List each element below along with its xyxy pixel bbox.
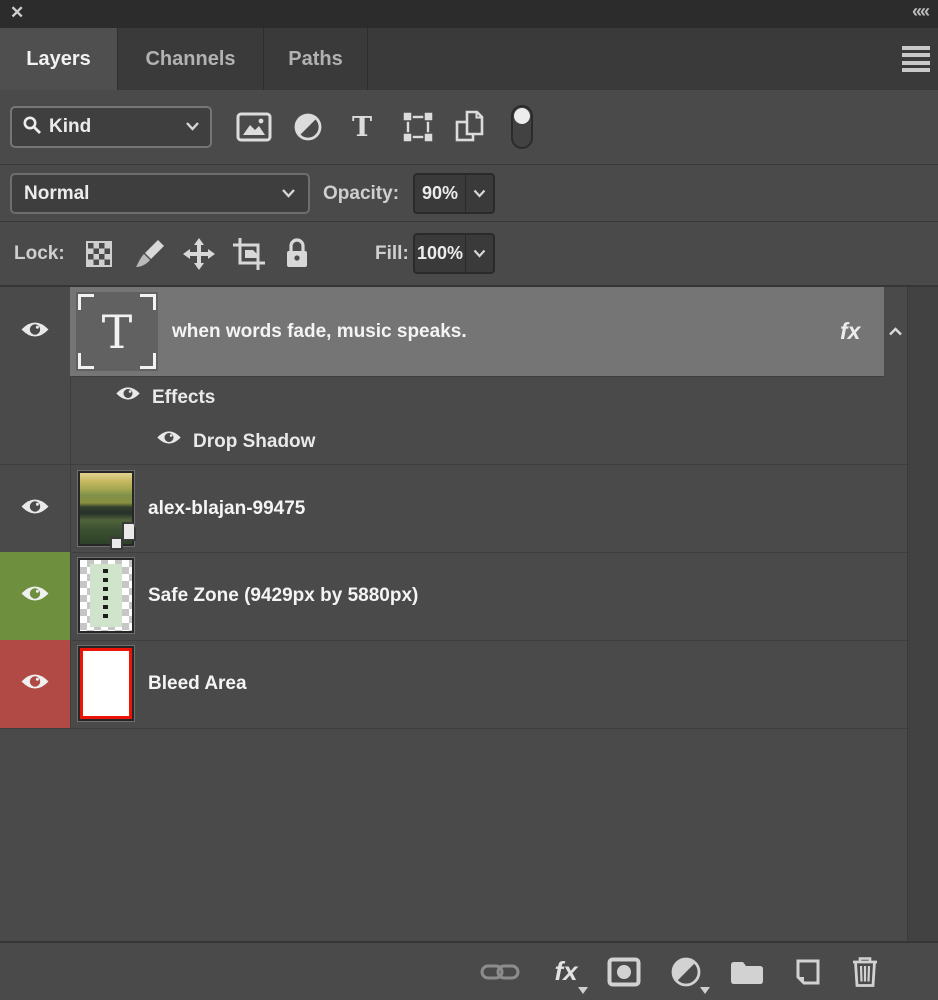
safe-zone-thumbnail[interactable] (78, 558, 134, 633)
collapse-to-icons-icon[interactable]: «« (912, 1, 928, 22)
opacity-dropdown-icon[interactable] (466, 175, 493, 212)
add-layer-mask-icon[interactable] (604, 943, 644, 1000)
lock-bar: Lock: Fill: 100% (0, 222, 938, 285)
smart-object-badge-icon (110, 522, 136, 550)
blend-bar: Normal Opacity: 90% (0, 165, 938, 222)
drop-shadow-row[interactable]: Drop Shadow (0, 420, 907, 464)
filter-shape-layers-icon[interactable] (396, 90, 440, 164)
layers-panel: ✕ «« Layers Channels Paths Kind T (0, 0, 938, 1000)
fill-field[interactable]: 100% (413, 233, 495, 274)
layer-name[interactable]: when words fade, music speaks. (172, 287, 467, 376)
lock-image-pixels-brush-icon[interactable] (132, 222, 168, 285)
filter-type-layers-icon[interactable]: T (342, 90, 382, 164)
layer-row-bleed-area[interactable]: Bleed Area (0, 640, 907, 728)
eye-icon (20, 320, 50, 344)
chevron-down-icon (185, 118, 200, 136)
eye-icon (20, 584, 50, 608)
eye-icon (20, 672, 50, 696)
visibility-toggle-green-label[interactable] (0, 552, 70, 640)
chevron-down-icon (281, 185, 296, 203)
layers-footer-toolbar: fx (0, 943, 938, 1000)
filter-toggle-icon[interactable] (504, 90, 540, 164)
adjustment-menu-arrow-icon (700, 987, 710, 994)
layer-fx-badge[interactable]: fx (840, 287, 860, 376)
layer-row-text[interactable]: T when words fade, music speaks. fx (0, 287, 907, 376)
effects-row[interactable]: Effects (0, 376, 907, 420)
layer-name[interactable]: Bleed Area (148, 640, 247, 728)
fill-label: Fill: (375, 222, 409, 285)
link-layers-icon[interactable] (478, 943, 522, 1000)
tab-channels[interactable]: Channels (118, 28, 264, 90)
blend-mode-dropdown[interactable]: Normal (10, 173, 310, 214)
safe-zone-marks (103, 569, 108, 619)
search-icon (22, 115, 42, 140)
tab-paths[interactable]: Paths (264, 28, 368, 90)
filter-kind-dropdown[interactable]: Kind (10, 106, 212, 148)
panel-menu-icon[interactable] (902, 46, 930, 72)
new-layer-icon[interactable] (788, 943, 826, 1000)
drop-shadow-label[interactable]: Drop Shadow (193, 420, 315, 464)
close-icon[interactable]: ✕ (10, 3, 24, 23)
drop-shadow-visibility-toggle[interactable] (156, 429, 182, 451)
panel-title-bar: ✕ «« (0, 0, 938, 28)
filter-kind-label: Kind (49, 116, 91, 138)
tab-layers[interactable]: Layers (0, 28, 118, 90)
scrollbar-track[interactable] (907, 287, 938, 941)
fill-value[interactable]: 100% (415, 235, 466, 272)
bleed-area-preview (80, 648, 132, 719)
filter-pixel-layers-icon[interactable] (232, 90, 276, 164)
new-group-folder-icon[interactable] (726, 943, 768, 1000)
bleed-area-thumbnail[interactable] (78, 646, 134, 721)
visibility-toggle[interactable] (0, 465, 70, 552)
panel-tab-bar: Layers Channels Paths (0, 28, 938, 90)
filter-smart-objects-icon[interactable] (450, 90, 490, 164)
opacity-label: Opacity: (323, 165, 399, 222)
layer-row-image[interactable]: alex-blajan-99475 (0, 465, 907, 552)
delete-layer-trash-icon[interactable] (846, 943, 884, 1000)
fill-dropdown-icon[interactable] (466, 235, 493, 272)
filter-adjustment-layers-icon[interactable] (288, 90, 328, 164)
lock-transparent-pixels-icon[interactable] (82, 222, 116, 285)
divider (0, 728, 907, 729)
text-layer-thumbnail[interactable]: T (76, 292, 158, 371)
fx-menu-arrow-icon (578, 987, 588, 994)
lock-artboard-nesting-icon[interactable] (230, 222, 268, 285)
layer-name[interactable]: alex-blajan-99475 (148, 465, 305, 552)
opacity-value[interactable]: 90% (415, 175, 466, 212)
layer-row-safe-zone[interactable]: Safe Zone (9429px by 5880px) (0, 552, 907, 640)
image-layer-thumbnail[interactable] (78, 471, 134, 546)
visibility-toggle[interactable] (0, 287, 70, 376)
filter-bar: Kind T (0, 90, 938, 164)
lock-label: Lock: (14, 222, 65, 285)
lock-position-move-icon[interactable] (180, 222, 218, 285)
type-thumbnail-glyph: T (76, 292, 158, 371)
layer-name[interactable]: Safe Zone (9429px by 5880px) (148, 552, 418, 640)
blend-mode-value: Normal (24, 183, 89, 205)
effects-label[interactable]: Effects (152, 376, 215, 420)
visibility-toggle-red-label[interactable] (0, 640, 70, 728)
lock-all-padlock-icon[interactable] (280, 222, 314, 285)
opacity-field[interactable]: 90% (413, 173, 495, 214)
layer-list: T when words fade, music speaks. fx Effe… (0, 287, 938, 941)
eye-icon (20, 497, 50, 521)
collapse-effects-chevron[interactable] (884, 287, 907, 376)
effects-visibility-toggle[interactable] (115, 385, 141, 407)
